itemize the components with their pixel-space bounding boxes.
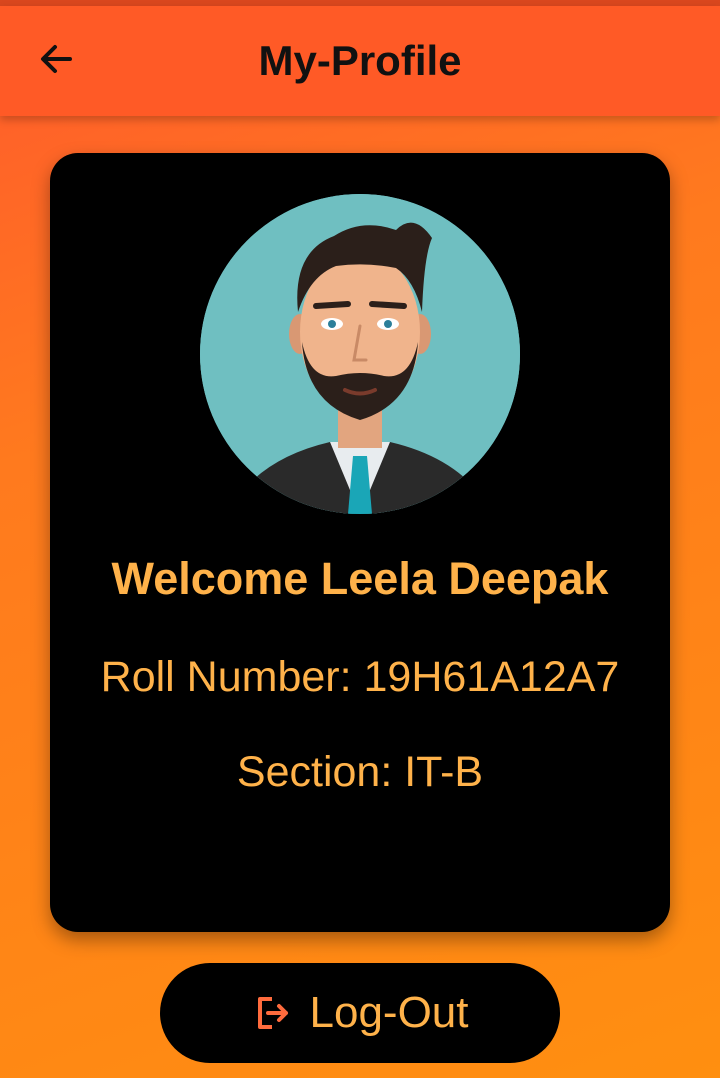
welcome-heading: Welcome Leela Deepak — [111, 553, 609, 604]
roll-number-text: Roll Number: 19H61A12A7 — [100, 653, 620, 701]
logout-label: Log-Out — [309, 988, 469, 1037]
arrow-left-icon — [36, 39, 76, 84]
logout-button[interactable]: Log-Out — [160, 963, 560, 1063]
profile-card: Welcome Leela Deepak Roll Number: 19H61A… — [50, 153, 670, 932]
app-bar: My-Profile — [0, 6, 720, 116]
logout-icon — [252, 993, 292, 1033]
page-title: My-Profile — [258, 37, 462, 84]
avatar — [200, 194, 520, 514]
back-button[interactable] — [22, 30, 90, 92]
avatar-illustration — [200, 194, 520, 514]
section-text: Section: IT-B — [236, 748, 484, 796]
